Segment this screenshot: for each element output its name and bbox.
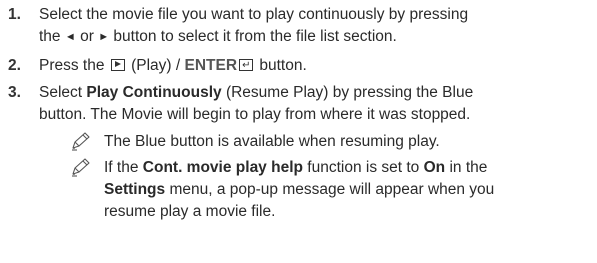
- step-number: 1.: [8, 6, 21, 23]
- pencil-note-icon: [72, 132, 90, 151]
- text-fragment: button.: [259, 57, 307, 74]
- text-fragment: function is set to: [307, 159, 420, 176]
- text-fragment: (Play) /: [131, 57, 181, 74]
- text-fragment: the: [39, 28, 61, 45]
- text-fragment: button to select it from the file list s…: [113, 28, 397, 45]
- text-fragment: menu, a pop-up message will appear when …: [169, 181, 495, 198]
- step-text: Select Play Continuously (Resume Play) b…: [39, 82, 597, 126]
- play-button-icon: [110, 59, 125, 71]
- step-line: the ◄ or ► button to select it from the …: [39, 26, 597, 48]
- step-line: Press the (Play) / ENTER ↵ button.: [39, 55, 597, 77]
- right-arrow-icon: ►: [98, 31, 110, 43]
- step-text: Press the (Play) / ENTER ↵ button.: [39, 55, 597, 77]
- bold-term: Settings: [104, 181, 166, 198]
- note-line: Settings menu, a pop-up message will app…: [104, 179, 597, 201]
- note-text: If the Cont. movie play help function is…: [104, 157, 597, 223]
- note-text: The Blue button is available when resumi…: [104, 131, 597, 153]
- step-line: Select Play Continuously (Resume Play) b…: [39, 82, 597, 104]
- step-number: 3.: [8, 84, 21, 101]
- step-number: 2.: [8, 57, 21, 74]
- bold-term: Play Continuously: [86, 84, 222, 101]
- text-fragment: If the: [104, 159, 139, 176]
- left-arrow-icon: ◄: [64, 31, 76, 43]
- bold-term: Cont. movie play help: [142, 159, 303, 176]
- instruction-document: 1. Select the movie file you want to pla…: [0, 0, 597, 263]
- enter-label: ENTER: [184, 57, 238, 74]
- bold-term: On: [423, 159, 446, 176]
- text-fragment: (Resume Play) by pressing the Blue: [225, 84, 474, 101]
- step-line: Select the movie file you want to play c…: [39, 6, 469, 23]
- note-line: The Blue button is available when resumi…: [104, 133, 440, 150]
- text-fragment: in the: [449, 159, 488, 176]
- text-fragment: or: [80, 28, 94, 45]
- note-line: If the Cont. movie play help function is…: [104, 157, 597, 179]
- pencil-note-icon: [72, 158, 90, 177]
- step-line: button. The Movie will begin to play fro…: [39, 106, 471, 123]
- step-text: Select the movie file you want to play c…: [39, 4, 597, 48]
- text-fragment: Select: [39, 84, 83, 101]
- enter-icon: ↵: [239, 59, 254, 71]
- note-line: resume play a movie file.: [104, 203, 276, 220]
- text-fragment: Press the: [39, 57, 105, 74]
